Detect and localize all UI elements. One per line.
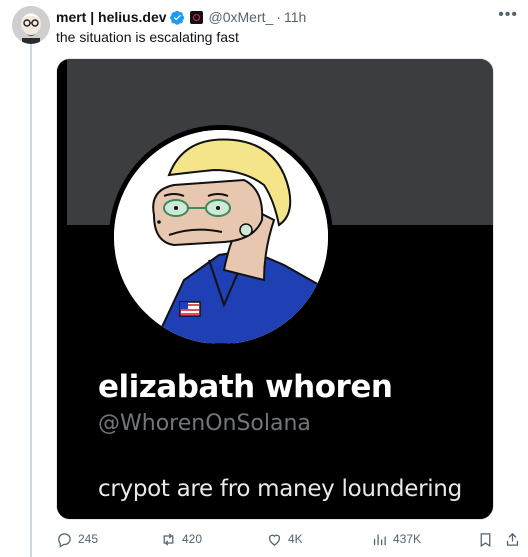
verified-badge-icon — [169, 10, 184, 25]
tweet-timestamp[interactable]: 11h — [284, 9, 306, 25]
retweet-icon — [163, 532, 174, 546]
tweet-header: mert | helius.dev @0xMert_ · 11h — [56, 8, 306, 26]
retweet-count: 420 — [182, 532, 203, 546]
profile-display-name: elizabath whoren — [98, 369, 393, 405]
thread-line — [30, 44, 32, 557]
profile-handle: @WhorenOnSolana — [98, 411, 311, 436]
share-icon — [506, 532, 519, 546]
header-separator: · — [276, 9, 281, 25]
profile-picture — [109, 125, 333, 349]
like-button[interactable]: 4K — [266, 531, 303, 548]
share-button[interactable] — [504, 531, 526, 548]
view-count: 437K — [393, 532, 422, 546]
like-count: 4K — [288, 532, 303, 546]
media-edge — [57, 59, 67, 519]
reply-count: 245 — [78, 532, 99, 546]
cartoon-character-icon — [114, 130, 328, 344]
retweet-button[interactable]: 420 — [160, 531, 202, 548]
bookmark-button[interactable] — [477, 531, 499, 548]
bookmark-icon — [480, 532, 491, 547]
heart-icon — [268, 534, 281, 546]
author-display-name[interactable]: mert | helius.dev — [56, 9, 167, 25]
avatar-glasses-beard-icon — [12, 6, 50, 44]
author-avatar[interactable] — [12, 6, 50, 44]
tweet-media-image[interactable]: elizabath whoren @WhorenOnSolana crypot … — [56, 58, 494, 520]
tweet-text: the situation is escalating fast — [56, 29, 239, 45]
reply-icon — [58, 532, 71, 548]
reply-button[interactable]: 245 — [56, 531, 98, 548]
author-handle[interactable]: @0xMert_ — [209, 9, 274, 25]
views-chart-icon — [373, 534, 386, 545]
profile-bio: crypot are fro maney loundering — [98, 476, 462, 502]
more-options-icon[interactable]: ••• — [498, 6, 518, 24]
views-button[interactable]: 437K — [371, 531, 421, 548]
tweet-actions-bar: 245 420 4K 437K — [56, 528, 519, 550]
affiliation-badge-icon[interactable] — [189, 10, 203, 24]
